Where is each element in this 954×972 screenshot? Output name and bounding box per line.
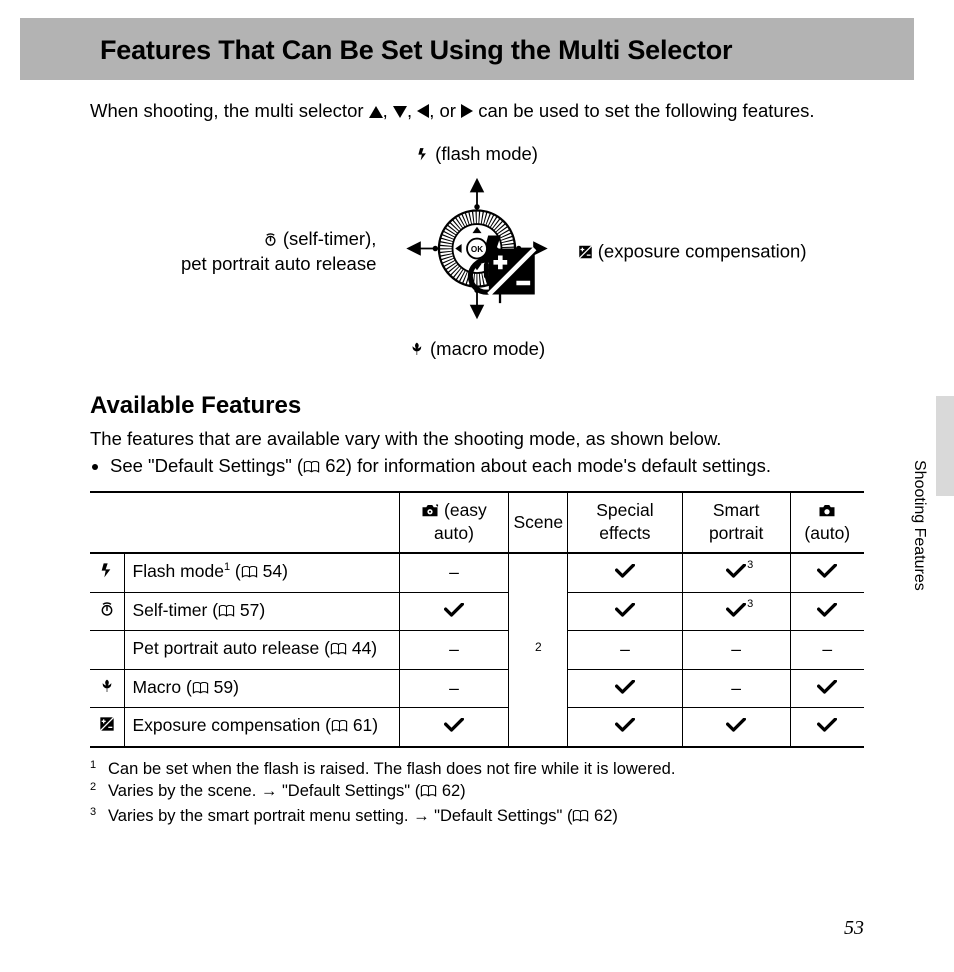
row-label: Macro ( 59) xyxy=(124,669,399,708)
col-auto: (auto) xyxy=(790,492,864,553)
feature-cell: – xyxy=(399,631,509,670)
diagram-label-left: (self-timer), pet portrait auto release xyxy=(181,227,376,277)
feature-cell xyxy=(568,669,683,708)
table-row: Pet portrait auto release ( 44)–––– xyxy=(90,631,864,670)
table-row: Exposure compensation ( 61) xyxy=(90,708,864,747)
col-scene: Scene xyxy=(509,492,568,553)
side-tab-indicator xyxy=(936,396,954,496)
col-special-effects: Special effects xyxy=(568,492,683,553)
right-triangle-icon xyxy=(461,104,473,118)
row-icon xyxy=(90,592,124,631)
page-number: 53 xyxy=(844,915,864,942)
diagram-label-top: (flash mode) xyxy=(416,142,538,167)
feature-cell xyxy=(399,708,509,747)
side-tab-label: Shooting Features xyxy=(908,460,930,591)
default-settings-bullet: See "Default Settings" ( 62) for informa… xyxy=(110,454,864,481)
diagram-label-right: (exposure compensation) xyxy=(578,240,807,265)
left-triangle-icon xyxy=(417,104,429,118)
feature-cell: – xyxy=(682,669,790,708)
footnote: 2Varies by the scene. → "Default Setting… xyxy=(90,780,864,804)
feature-cell xyxy=(568,708,683,747)
row-label: Flash mode1 ( 54) xyxy=(124,553,399,592)
book-icon xyxy=(303,456,320,481)
camera-auto-icon xyxy=(818,504,836,518)
up-triangle-icon xyxy=(369,106,383,118)
svg-text:OK: OK xyxy=(471,246,483,255)
feature-cell xyxy=(399,592,509,631)
row-icon xyxy=(90,631,124,670)
table-row: Self-timer ( 57) 3 xyxy=(90,592,864,631)
table-row: Flash mode1 ( 54)–23 xyxy=(90,553,864,592)
multi-selector-diagram: (flash mode) (self-timer), pet portrait … xyxy=(90,142,864,362)
row-label: Exposure compensation ( 61) xyxy=(124,708,399,747)
macro-icon xyxy=(409,341,425,357)
scene-merged-cell: 2 xyxy=(509,553,568,747)
row-label: Self-timer ( 57) xyxy=(124,592,399,631)
feature-cell xyxy=(682,708,790,747)
footnotes: 1Can be set when the flash is raised. Th… xyxy=(90,758,864,829)
feature-cell: 3 xyxy=(682,592,790,631)
available-features-heading: Available Features xyxy=(90,390,864,422)
row-icon xyxy=(90,708,124,747)
features-table: (easy auto) Scene Special effects Smart … xyxy=(90,491,864,748)
flash-icon xyxy=(416,146,430,162)
exposure-compensation-icon xyxy=(578,245,593,260)
col-easy-auto: (easy auto) xyxy=(399,492,509,553)
intro-paragraph: When shooting, the multi selector , , , … xyxy=(90,99,864,124)
self-timer-icon xyxy=(263,232,278,247)
footnote: 1Can be set when the flash is raised. Th… xyxy=(90,758,864,780)
row-icon xyxy=(90,553,124,592)
feature-cell: – xyxy=(568,631,683,670)
feature-cell xyxy=(568,553,683,592)
available-features-intro: The features that are available vary wit… xyxy=(90,427,864,452)
page-header-bar: Features That Can Be Set Using the Multi… xyxy=(20,18,914,80)
footnote: 3Varies by the smart portrait menu setti… xyxy=(90,805,864,829)
diagram-label-bottom: (macro mode) xyxy=(409,337,545,362)
page-title: Features That Can Be Set Using the Multi… xyxy=(100,32,914,68)
feature-cell: – xyxy=(399,553,509,592)
table-header-row: (easy auto) Scene Special effects Smart … xyxy=(90,492,864,553)
feature-cell xyxy=(790,669,864,708)
table-row: Macro ( 59)–– xyxy=(90,669,864,708)
feature-cell xyxy=(790,708,864,747)
down-triangle-icon xyxy=(393,106,407,118)
row-label: Pet portrait auto release ( 44) xyxy=(124,631,399,670)
feature-cell xyxy=(568,592,683,631)
col-smart-portrait: Smart portrait xyxy=(682,492,790,553)
row-icon xyxy=(90,669,124,708)
feature-cell: 3 xyxy=(682,553,790,592)
multi-selector-dial: OK xyxy=(405,176,550,328)
side-tab: Shooting Features xyxy=(910,396,954,656)
feature-cell xyxy=(790,553,864,592)
camera-easy-icon xyxy=(421,504,439,518)
feature-cell: – xyxy=(790,631,864,670)
feature-cell: – xyxy=(399,669,509,708)
feature-cell: – xyxy=(682,631,790,670)
feature-cell xyxy=(790,592,864,631)
